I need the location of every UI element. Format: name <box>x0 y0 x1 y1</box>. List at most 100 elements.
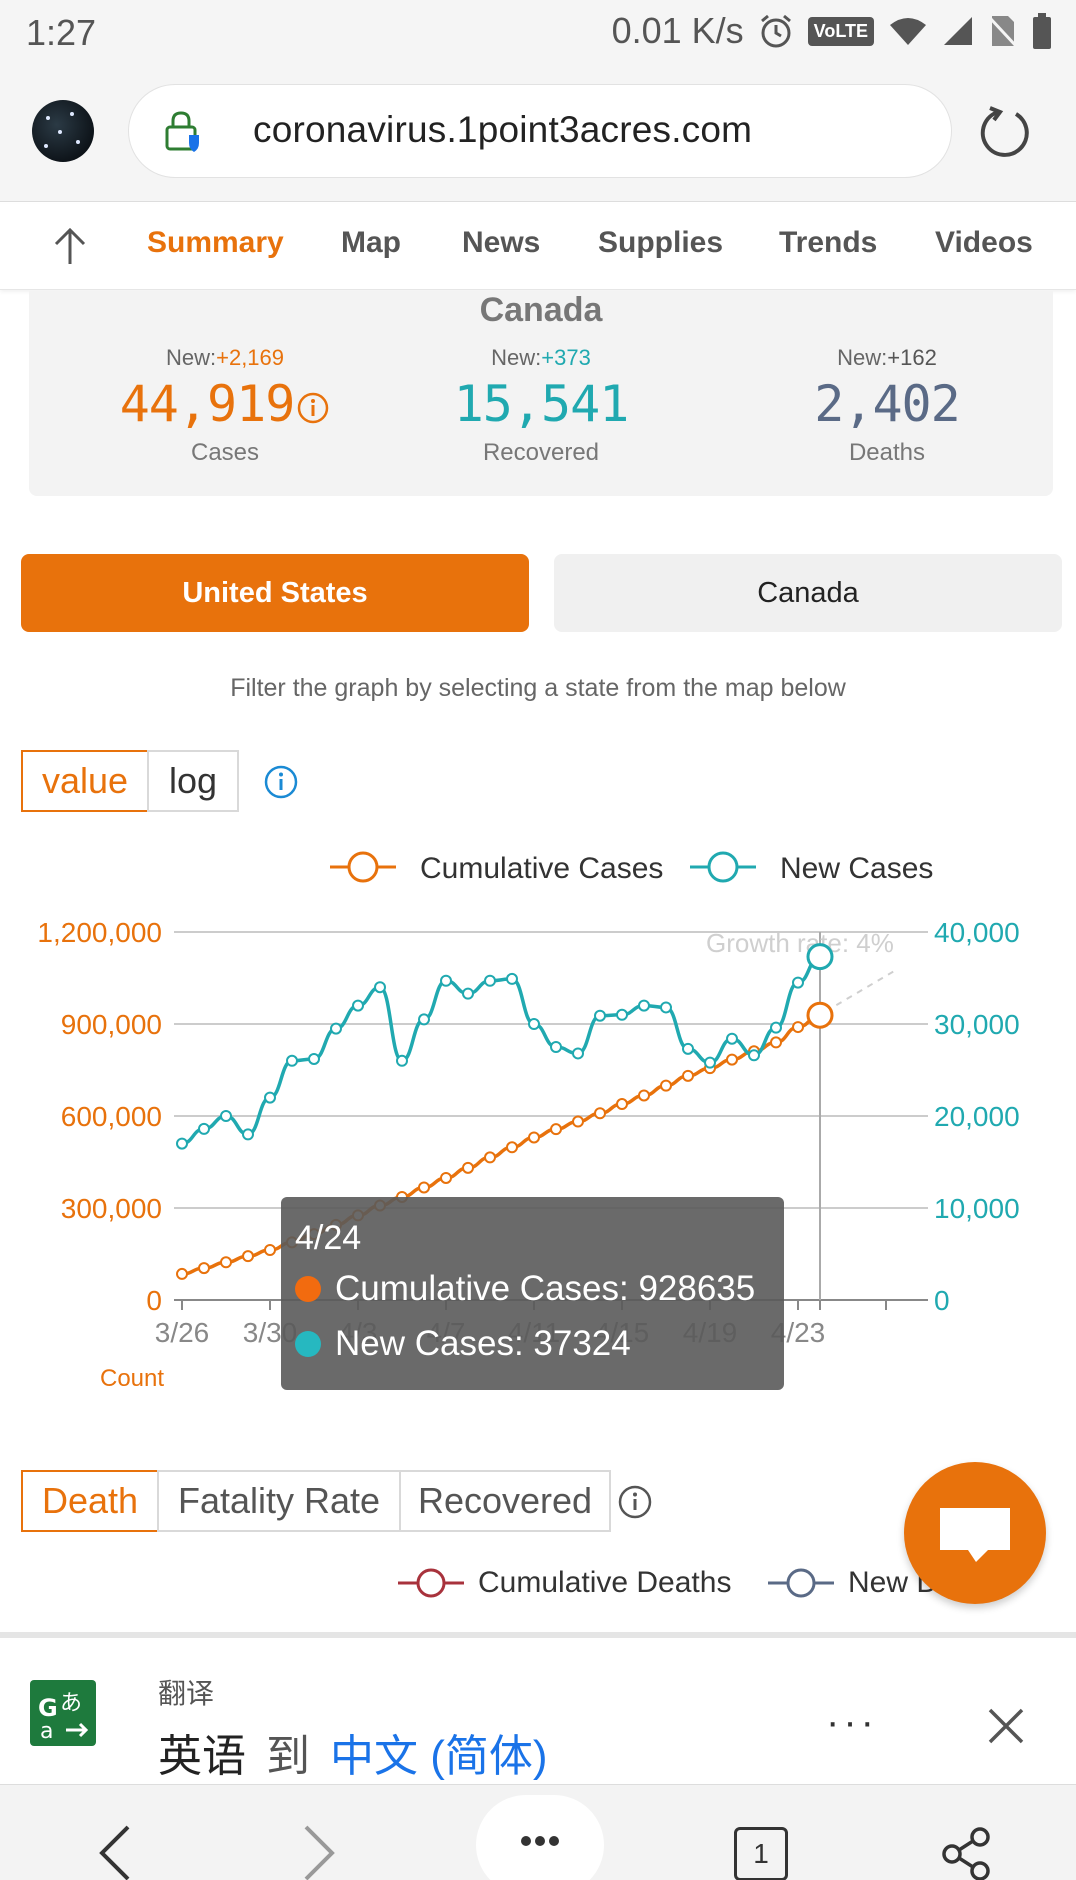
cases-label: Cases <box>190 439 260 466</box>
target-language[interactable]: 中文 (简体) <box>330 1732 548 1781</box>
avatar-star <box>58 130 62 134</box>
y-right-tick-label: 0 <box>934 1285 950 1316</box>
tab-summary[interactable]: Summary <box>147 226 284 260</box>
network-speed: 0.01 K/s <box>611 10 744 51</box>
tab-count: 1 <box>753 1838 769 1869</box>
death-button[interactable]: Death <box>21 1470 159 1532</box>
back-icon[interactable] <box>96 1823 136 1880</box>
tab-map[interactable]: Map <box>341 226 401 260</box>
section-nav: Summary Map News Supplies Trends Videos <box>0 204 1076 290</box>
data-point <box>792 976 804 989</box>
tab-news[interactable]: News <box>462 226 540 260</box>
cases-new-value: +2,169 <box>216 345 285 370</box>
menu-button[interactable] <box>476 1795 604 1880</box>
data-point <box>330 1022 342 1035</box>
forward-icon[interactable] <box>298 1823 338 1880</box>
data-point <box>220 1110 232 1122</box>
info-icon[interactable] <box>263 764 299 800</box>
tab-videos[interactable]: Videos <box>935 226 1033 260</box>
data-point <box>806 943 834 971</box>
data-point <box>176 1137 188 1150</box>
source-language[interactable]: 英语 <box>158 1732 246 1781</box>
recovered-new: New:+373 <box>391 345 691 371</box>
deaths-value: 2,402 <box>814 375 961 433</box>
tooltip-row-new: New Cases: 37324 <box>295 1324 631 1364</box>
close-icon[interactable] <box>986 1706 1026 1746</box>
reload-icon[interactable] <box>976 102 1036 162</box>
summary-card: Canada New:+2,169 44,919 Cases New:+373 … <box>29 291 1053 496</box>
data-point <box>418 1181 430 1194</box>
legend-marker <box>347 851 379 883</box>
cumulative-deaths-label: Cumulative Deaths <box>478 1566 732 1599</box>
data-point <box>572 1115 584 1128</box>
data-point <box>242 1128 254 1141</box>
data-point <box>550 1123 562 1136</box>
log-scale-button[interactable]: log <box>147 750 239 812</box>
tooltip-date: 4/24 <box>295 1219 362 1257</box>
data-point <box>528 1018 540 1030</box>
data-point <box>806 1001 834 1029</box>
url-bar[interactable]: coronavirus.1point3acres.com <box>128 84 952 178</box>
new-label: New: <box>491 345 542 370</box>
legend-cumulative-deaths[interactable]: Cumulative Deaths <box>398 1566 731 1600</box>
data-point <box>396 1054 408 1067</box>
recovered-button[interactable]: Recovered <box>399 1470 611 1532</box>
profile-avatar[interactable] <box>32 100 94 162</box>
translate-more-button[interactable]: ··· <box>826 1700 878 1745</box>
cumulative-deaths-marker <box>398 1568 464 1598</box>
data-point <box>660 1001 672 1014</box>
filter-hint: Filter the graph by selecting a state fr… <box>230 674 846 702</box>
data-point <box>550 1041 562 1053</box>
deaths-stat: New:+162 2,402 Deaths <box>737 345 1037 467</box>
no-sim-icon <box>988 16 1018 48</box>
data-point <box>770 1021 782 1034</box>
cumulative-dot <box>295 1276 321 1302</box>
share-icon[interactable] <box>940 1827 994 1880</box>
canada-button[interactable]: Canada <box>554 554 1062 632</box>
wifi-icon <box>890 18 926 45</box>
data-point <box>484 974 496 987</box>
data-point <box>308 1052 320 1065</box>
data-point <box>440 1171 452 1184</box>
info-icon[interactable] <box>296 391 330 425</box>
data-point <box>770 1036 782 1049</box>
data-point <box>264 1091 276 1104</box>
data-point <box>352 999 364 1012</box>
data-point <box>616 1008 628 1021</box>
chart-tooltip: 4/24 Cumulative Cases: 928635 New Cases:… <box>281 1197 784 1390</box>
tab-trends[interactable]: Trends <box>779 226 877 260</box>
scroll-top-icon[interactable] <box>50 224 90 268</box>
battery-icon <box>1033 13 1051 49</box>
svg-text:a: a <box>40 1719 53 1744</box>
avatar-star <box>44 144 48 148</box>
data-point <box>242 1250 254 1263</box>
tab-supplies[interactable]: Supplies <box>598 226 723 260</box>
growth-rate-annotation: Growth rate: 4% <box>706 928 894 958</box>
y-right-tick-label: 30,000 <box>934 1009 1020 1040</box>
cases-count: 44,919 <box>75 375 375 433</box>
info-icon[interactable] <box>617 1484 653 1520</box>
new-cases-dot <box>295 1331 321 1357</box>
data-point <box>220 1256 232 1269</box>
tabs-button[interactable]: 1 <box>734 1827 788 1880</box>
data-point <box>264 1244 276 1257</box>
secure-lock-icon <box>165 111 199 152</box>
chat-button[interactable] <box>904 1462 1046 1604</box>
new-deaths-marker <box>768 1568 834 1598</box>
legend-label: Cumulative Cases <box>420 852 663 885</box>
tooltip-row-cumulative: Cumulative Cases: 928635 <box>295 1269 755 1309</box>
data-point <box>594 1009 606 1022</box>
tooltip-cumulative: Cumulative Cases: 928635 <box>335 1269 756 1308</box>
x-tick-label: 3/26 <box>155 1317 210 1348</box>
data-point <box>484 1151 496 1164</box>
browser-toolbar: coronavirus.1point3acres.com <box>0 62 1076 202</box>
data-point <box>440 974 452 987</box>
united-states-button[interactable]: United States <box>21 554 529 632</box>
translate-to: 到 <box>266 1732 310 1781</box>
value-scale-button[interactable]: value <box>21 750 149 812</box>
chat-icon <box>940 1508 1010 1562</box>
data-point <box>572 1047 584 1060</box>
volte-badge: VoLTE <box>807 16 874 46</box>
recovered-value: 15,541 <box>453 375 630 433</box>
fatality-rate-button[interactable]: Fatality Rate <box>157 1470 401 1532</box>
